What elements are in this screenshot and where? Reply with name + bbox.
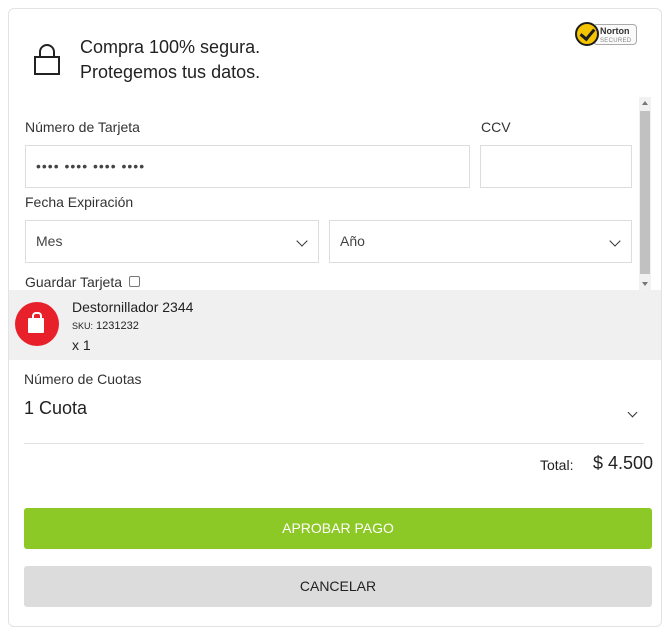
- month-select[interactable]: Mes: [25, 220, 319, 263]
- year-select-value: Año: [340, 233, 365, 249]
- expiry-label: Fecha Expiración: [25, 194, 134, 210]
- secure-message: Compra 100% segura. Protegemos tus datos…: [80, 35, 260, 85]
- secure-message-line2: Protegemos tus datos.: [80, 62, 261, 82]
- form-scrollbar[interactable]: [639, 97, 651, 290]
- scrollbar-thumb[interactable]: [640, 111, 650, 274]
- card-form: Número de Tarjeta •••• •••• •••• •••• CC…: [9, 97, 661, 290]
- total-label: Total:: [540, 457, 574, 473]
- product-quantity: x 1: [72, 337, 91, 353]
- installments-select[interactable]: 1 Cuota: [24, 392, 644, 444]
- scroll-down-arrow-icon[interactable]: [642, 282, 648, 286]
- lock-icon: [34, 44, 60, 75]
- chevron-down-icon: [296, 235, 308, 247]
- secure-message-line1: Compra 100% segura.: [80, 37, 261, 57]
- scroll-up-arrow-icon[interactable]: [642, 101, 648, 105]
- product-summary: Destornillador 2344 SKU: 1231232 x 1: [9, 290, 661, 360]
- month-select-value: Mes: [36, 233, 63, 249]
- sku-value: 1231232: [96, 320, 139, 332]
- product-name: Destornillador 2344: [72, 299, 194, 315]
- norton-badge-label: Norton SECURED: [593, 24, 637, 45]
- year-select[interactable]: Año: [329, 220, 632, 263]
- norton-secured-badge: Norton SECURED: [575, 21, 639, 49]
- cancel-button[interactable]: CANCELAR: [24, 566, 652, 607]
- installments-value: 1 Cuota: [24, 398, 88, 418]
- card-number-label: Número de Tarjeta: [25, 119, 140, 135]
- chevron-down-icon: [609, 235, 621, 247]
- ccv-label: CCV: [481, 119, 511, 135]
- product-sku: SKU: 1231232: [72, 320, 139, 332]
- ccv-input[interactable]: [480, 145, 632, 188]
- norton-sub: SECURED: [600, 38, 632, 44]
- save-card-label: Guardar Tarjeta: [25, 274, 123, 290]
- payment-card: Compra 100% segura. Protegemos tus datos…: [8, 8, 662, 627]
- shopping-bag-icon: [15, 302, 59, 346]
- norton-brand: Norton: [600, 26, 630, 36]
- installments-label: Número de Cuotas: [24, 371, 142, 387]
- approve-payment-button[interactable]: APROBAR PAGO: [24, 508, 652, 549]
- card-number-input[interactable]: •••• •••• •••• ••••: [25, 145, 470, 188]
- save-card-checkbox[interactable]: [129, 276, 140, 287]
- secure-purchase-banner: Compra 100% segura. Protegemos tus datos…: [9, 9, 661, 97]
- total-value: $ 4.500: [593, 453, 654, 473]
- checkmark-icon: [575, 22, 599, 46]
- chevron-down-icon: [627, 407, 638, 418]
- sku-label: SKU:: [72, 321, 94, 331]
